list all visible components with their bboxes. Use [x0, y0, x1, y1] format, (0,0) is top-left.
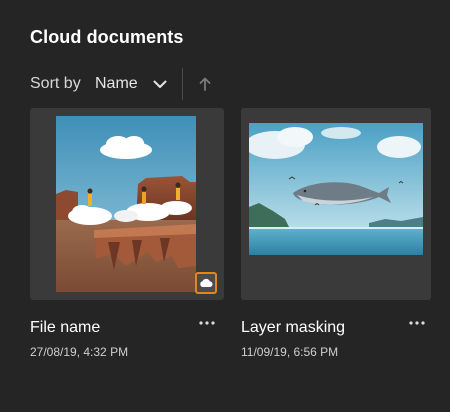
sort-label: Sort by [30, 75, 81, 92]
document-thumbnail-image [249, 123, 423, 255]
sort-selected-value: Name [95, 75, 138, 92]
document-name[interactable]: File name [30, 319, 100, 337]
document-thumbnail-frame[interactable] [30, 108, 224, 300]
document-thumbnail-frame[interactable] [241, 108, 431, 300]
sort-bar: Sort by Name [30, 68, 430, 100]
more-horizontal-icon[interactable] [406, 314, 428, 332]
page-title: Cloud documents [30, 27, 184, 47]
document-thumbnail-image [56, 116, 196, 292]
cloud-icon [200, 278, 213, 288]
document-date: 11/09/19, 6:56 PM [241, 345, 339, 359]
document-card: File name 27/08/19, 4:32 PM [30, 108, 224, 359]
document-name[interactable]: Layer masking [241, 319, 345, 337]
document-date: 27/08/19, 4:32 PM [30, 345, 129, 359]
cloud-documents-panel: Cloud documents Sort by Name File name 2… [0, 0, 450, 412]
document-card: Layer masking 11/09/19, 6:56 PM [241, 108, 431, 359]
more-horizontal-icon[interactable] [196, 314, 218, 332]
sort-dropdown[interactable]: Name [88, 68, 176, 100]
sort-divider [182, 68, 183, 100]
arrow-up-icon[interactable] [193, 72, 217, 96]
cloud-sync-badge [195, 272, 217, 294]
chevron-down-icon [153, 80, 167, 88]
